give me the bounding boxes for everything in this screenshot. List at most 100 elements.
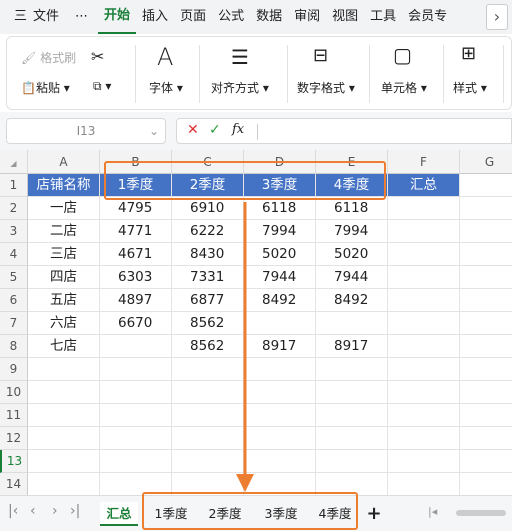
table-cell[interactable] bbox=[388, 335, 460, 358]
table-cell[interactable]: 4795 bbox=[100, 197, 172, 220]
table-cell[interactable]: 7994 bbox=[316, 220, 388, 243]
row-header[interactable]: 14 bbox=[0, 473, 28, 495]
table-cell[interactable]: 二店 bbox=[28, 220, 100, 243]
table-cell[interactable] bbox=[388, 197, 460, 220]
tab-insert[interactable]: 插入 bbox=[136, 0, 174, 34]
table-cell[interactable] bbox=[388, 266, 460, 289]
table-cell[interactable] bbox=[28, 404, 100, 427]
align-button[interactable]: 对齐方式 ▾ bbox=[211, 79, 269, 96]
row-header[interactable]: 9 bbox=[0, 358, 28, 381]
table-cell[interactable] bbox=[460, 174, 512, 197]
table-cell[interactable] bbox=[316, 404, 388, 427]
column-header[interactable]: G bbox=[460, 150, 512, 174]
scroll-left-icon[interactable]: |◂ bbox=[428, 505, 437, 518]
tab-tools[interactable]: 工具 bbox=[364, 0, 402, 34]
table-cell[interactable] bbox=[28, 450, 100, 473]
table-cell[interactable]: 6303 bbox=[100, 266, 172, 289]
table-cell[interactable] bbox=[388, 427, 460, 450]
table-cell[interactable]: 4897 bbox=[100, 289, 172, 312]
confirm-icon[interactable]: ✓ bbox=[209, 122, 221, 138]
table-cell[interactable] bbox=[100, 427, 172, 450]
table-cell[interactable] bbox=[388, 312, 460, 335]
sheet-tab-summary[interactable]: 汇总 bbox=[100, 502, 138, 526]
row-header[interactable]: 8 bbox=[0, 335, 28, 358]
table-cell[interactable] bbox=[388, 381, 460, 404]
style-button[interactable]: 样式 ▾ bbox=[453, 79, 487, 96]
row-header[interactable]: 13 bbox=[0, 450, 28, 473]
table-cell[interactable] bbox=[460, 266, 512, 289]
menu-file[interactable]: 文件 bbox=[33, 0, 65, 34]
table-cell[interactable]: 一店 bbox=[28, 197, 100, 220]
prev-sheet-icon[interactable]: ‹ bbox=[30, 503, 36, 519]
table-cell[interactable] bbox=[388, 404, 460, 427]
table-header-cell[interactable]: 汇总 bbox=[388, 174, 460, 197]
row-header[interactable]: 4 bbox=[0, 243, 28, 266]
table-cell[interactable] bbox=[388, 450, 460, 473]
cancel-icon[interactable]: ✕ bbox=[187, 122, 199, 138]
table-cell[interactable] bbox=[460, 427, 512, 450]
chevron-right-icon[interactable]: › bbox=[486, 4, 508, 30]
table-cell[interactable] bbox=[388, 243, 460, 266]
table-cell[interactable] bbox=[388, 358, 460, 381]
table-cell[interactable]: 6118 bbox=[316, 197, 388, 220]
formula-input[interactable]: ✕ ✓ fx bbox=[176, 118, 512, 144]
tab-view[interactable]: 视图 bbox=[326, 0, 364, 34]
table-cell[interactable]: 五店 bbox=[28, 289, 100, 312]
table-cell[interactable] bbox=[316, 427, 388, 450]
table-header-cell[interactable]: 店铺名称 bbox=[28, 174, 100, 197]
table-cell[interactable] bbox=[460, 243, 512, 266]
table-cell[interactable] bbox=[100, 335, 172, 358]
table-cell[interactable]: 5020 bbox=[316, 243, 388, 266]
table-cell[interactable]: 七店 bbox=[28, 335, 100, 358]
table-cell[interactable] bbox=[100, 450, 172, 473]
table-cell[interactable]: 8917 bbox=[316, 335, 388, 358]
select-all-corner[interactable]: ◢ bbox=[0, 150, 28, 174]
table-cell[interactable]: 六店 bbox=[28, 312, 100, 335]
first-sheet-icon[interactable]: |‹ bbox=[8, 503, 18, 519]
table-cell[interactable] bbox=[388, 289, 460, 312]
table-cell[interactable] bbox=[460, 335, 512, 358]
copy-icon[interactable]: ⧉ ▾ bbox=[93, 79, 111, 94]
tab-page[interactable]: 页面 bbox=[174, 0, 212, 34]
row-header[interactable]: 12 bbox=[0, 427, 28, 450]
table-cell[interactable] bbox=[460, 220, 512, 243]
table-cell[interactable] bbox=[316, 381, 388, 404]
table-cell[interactable]: 4771 bbox=[100, 220, 172, 243]
table-cell[interactable] bbox=[460, 450, 512, 473]
table-cell[interactable] bbox=[460, 404, 512, 427]
name-box[interactable]: I13 ⌄ bbox=[6, 118, 166, 144]
format-painter-button[interactable]: 🖌 格式刷 bbox=[21, 49, 76, 66]
table-cell[interactable] bbox=[28, 427, 100, 450]
tab-home[interactable]: 开始 bbox=[98, 0, 137, 34]
more-dots-icon[interactable]: ⋯ bbox=[65, 0, 98, 34]
row-header[interactable]: 11 bbox=[0, 404, 28, 427]
cell-button[interactable]: 单元格 ▾ bbox=[381, 79, 427, 96]
last-sheet-icon[interactable]: ›| bbox=[70, 503, 80, 519]
table-cell[interactable] bbox=[316, 450, 388, 473]
table-cell[interactable]: 8492 bbox=[316, 289, 388, 312]
row-header[interactable]: 6 bbox=[0, 289, 28, 312]
row-header[interactable]: 10 bbox=[0, 381, 28, 404]
number-format-button[interactable]: 数字格式 ▾ bbox=[297, 79, 355, 96]
fx-icon[interactable]: fx bbox=[232, 122, 244, 137]
table-cell[interactable] bbox=[460, 473, 512, 495]
next-sheet-icon[interactable]: › bbox=[52, 503, 58, 519]
row-header[interactable]: 1 bbox=[0, 174, 28, 197]
tab-member[interactable]: 会员专 bbox=[402, 0, 453, 34]
table-cell[interactable] bbox=[100, 358, 172, 381]
cut-icon[interactable]: ✂ bbox=[91, 47, 104, 66]
row-header[interactable]: 2 bbox=[0, 197, 28, 220]
table-cell[interactable]: 6670 bbox=[100, 312, 172, 335]
row-header[interactable]: 5 bbox=[0, 266, 28, 289]
tab-formula[interactable]: 公式 bbox=[212, 0, 250, 34]
table-cell[interactable]: 三店 bbox=[28, 243, 100, 266]
table-cell[interactable]: 四店 bbox=[28, 266, 100, 289]
table-cell[interactable] bbox=[28, 473, 100, 495]
table-cell[interactable] bbox=[316, 358, 388, 381]
tab-review[interactable]: 审阅 bbox=[288, 0, 326, 34]
add-sheet-button[interactable]: + bbox=[364, 502, 384, 526]
row-header[interactable]: 7 bbox=[0, 312, 28, 335]
table-cell[interactable] bbox=[388, 220, 460, 243]
table-cell[interactable] bbox=[460, 289, 512, 312]
hamburger-icon[interactable]: 三 bbox=[8, 0, 33, 34]
